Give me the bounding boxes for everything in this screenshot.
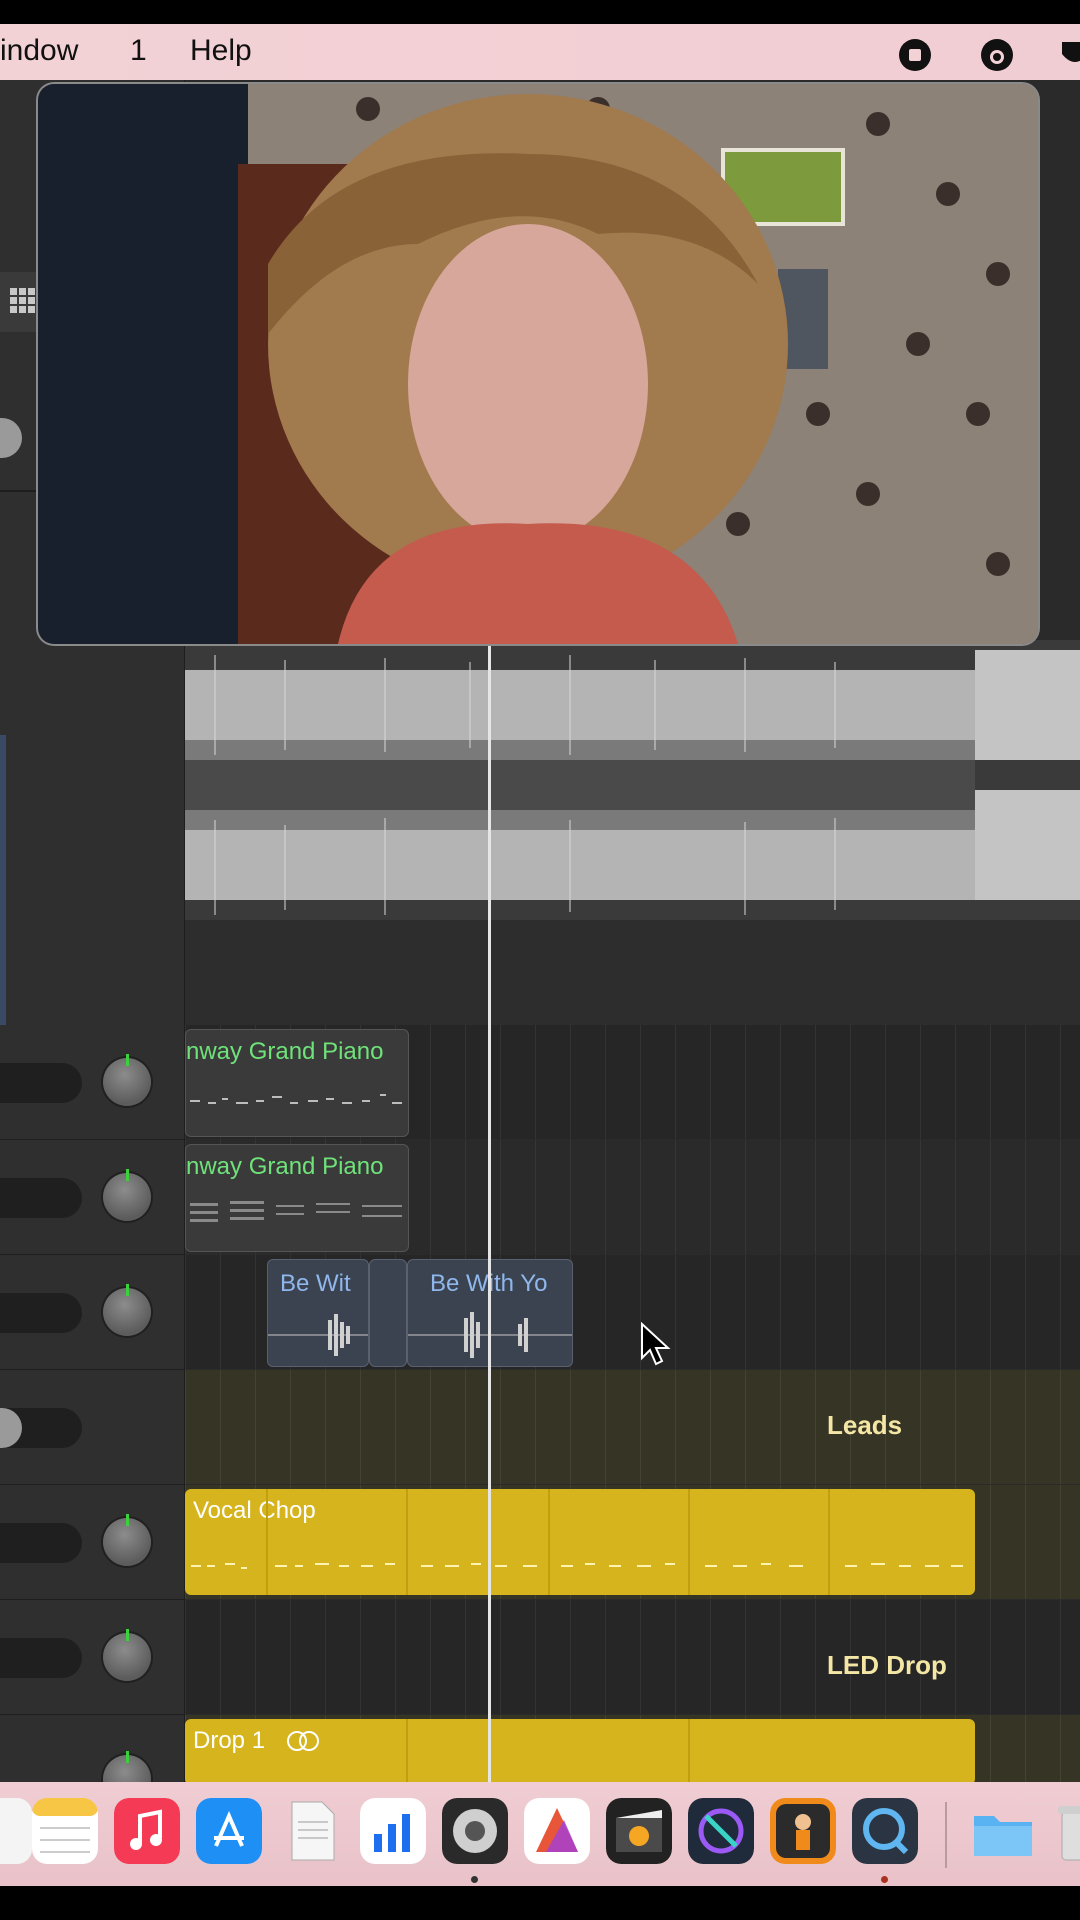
track-title-led-drop: LED Drop <box>827 1650 947 1680</box>
track-header-piano-2[interactable] <box>0 1140 184 1255</box>
track-header-piano-1[interactable] <box>0 1025 184 1140</box>
mouse-cursor-icon <box>641 1322 671 1366</box>
pan-knob[interactable] <box>103 1751 151 1782</box>
music-icon[interactable] <box>114 1798 180 1864</box>
audio-region-1[interactable]: Be Wit <box>267 1259 369 1367</box>
control-center-icon[interactable] <box>980 38 1014 72</box>
region-label: nway Grand Piano <box>186 1153 384 1180</box>
running-indicator <box>881 1876 888 1883</box>
textedit-icon[interactable] <box>278 1798 344 1864</box>
region-label: Be Wit <box>280 1270 351 1297</box>
finder-partial-icon[interactable] <box>0 1798 32 1864</box>
menu-1[interactable]: 1 <box>130 34 147 68</box>
folder-icon[interactable] <box>970 1798 1036 1864</box>
vocal-chop-track[interactable]: Vocal Chop <box>185 1485 1080 1599</box>
volume-slider[interactable] <box>0 1293 82 1333</box>
keynote-icon[interactable] <box>360 1798 426 1864</box>
notes-icon[interactable] <box>32 1798 98 1864</box>
midi-region[interactable]: nway Grand Piano <box>185 1144 409 1252</box>
region-dividers <box>406 1719 690 1782</box>
logic-pro-icon[interactable] <box>442 1798 508 1864</box>
track-header-vocal-chop[interactable] <box>0 1485 184 1600</box>
region-label: nway Grand Piano <box>186 1038 384 1065</box>
waveform-display <box>185 650 1080 1025</box>
trash-icon[interactable] <box>1052 1798 1080 1864</box>
menu-bar: indow 1 Help <box>0 24 1080 80</box>
audio-track[interactable]: Be Wit Be With Yo <box>185 1255 1080 1369</box>
motion-icon[interactable] <box>688 1798 754 1864</box>
midi-notes <box>190 1094 402 1104</box>
track-header-leads[interactable] <box>0 1370 184 1485</box>
audio-waveform-track[interactable] <box>185 640 1080 1028</box>
drop-region[interactable]: Drop 1 <box>185 1719 975 1782</box>
grid-icon[interactable] <box>8 286 38 316</box>
pan-knob[interactable] <box>103 1629 151 1681</box>
app-store-icon[interactable] <box>196 1798 262 1864</box>
shield-icon[interactable] <box>1058 38 1080 72</box>
final-cut-icon[interactable] <box>606 1798 672 1864</box>
playhead[interactable] <box>488 570 491 1782</box>
running-indicator <box>471 1876 478 1883</box>
piano-track-1[interactable]: nway Grand Piano <box>185 1025 1080 1139</box>
track-title-leads: Leads <box>827 1410 903 1440</box>
mainstage-icon[interactable] <box>770 1798 836 1864</box>
volume-slider[interactable] <box>0 1638 82 1678</box>
webcam-video <box>38 84 1038 644</box>
menu-window[interactable]: indow <box>0 34 78 68</box>
volume-slider[interactable] <box>0 1523 82 1563</box>
pan-knob[interactable] <box>103 1514 151 1566</box>
pan-knob[interactable] <box>103 1054 151 1106</box>
affinity-icon[interactable] <box>524 1798 590 1864</box>
dock-divider <box>945 1802 947 1868</box>
midi-notes <box>191 1489 963 1595</box>
midi-region[interactable]: nway Grand Piano <box>185 1029 409 1137</box>
dock <box>0 1782 1080 1886</box>
led-drop-track[interactable]: LED Drop <box>185 1600 1080 1714</box>
pan-knob[interactable] <box>103 1169 151 1221</box>
track-header-led-drop[interactable] <box>0 1600 184 1715</box>
track-color-strip <box>0 735 6 1025</box>
audio-waveform <box>268 1314 368 1356</box>
pan-knob[interactable] <box>103 1284 151 1336</box>
webcam-overlay[interactable] <box>38 84 1038 644</box>
screen-bottom-edge <box>0 1886 1080 1920</box>
drop-track[interactable]: Drop 1 <box>185 1715 1080 1782</box>
stop-record-icon[interactable] <box>898 38 932 72</box>
midi-notes <box>190 1201 402 1222</box>
volume-slider[interactable] <box>0 1178 82 1218</box>
quicktime-icon[interactable] <box>852 1798 918 1864</box>
vocal-chop-region[interactable]: Vocal Chop <box>185 1489 975 1595</box>
volume-slider[interactable] <box>0 1063 82 1103</box>
leads-track[interactable]: Leads <box>185 1370 1080 1484</box>
menu-help[interactable]: Help <box>190 34 252 68</box>
audio-region-small[interactable] <box>369 1259 407 1367</box>
toggle-switch[interactable] <box>0 418 22 458</box>
track-header-audio[interactable] <box>0 1255 184 1370</box>
track-header-drop[interactable] <box>0 1715 184 1782</box>
piano-track-2[interactable]: nway Grand Piano <box>185 1140 1080 1254</box>
